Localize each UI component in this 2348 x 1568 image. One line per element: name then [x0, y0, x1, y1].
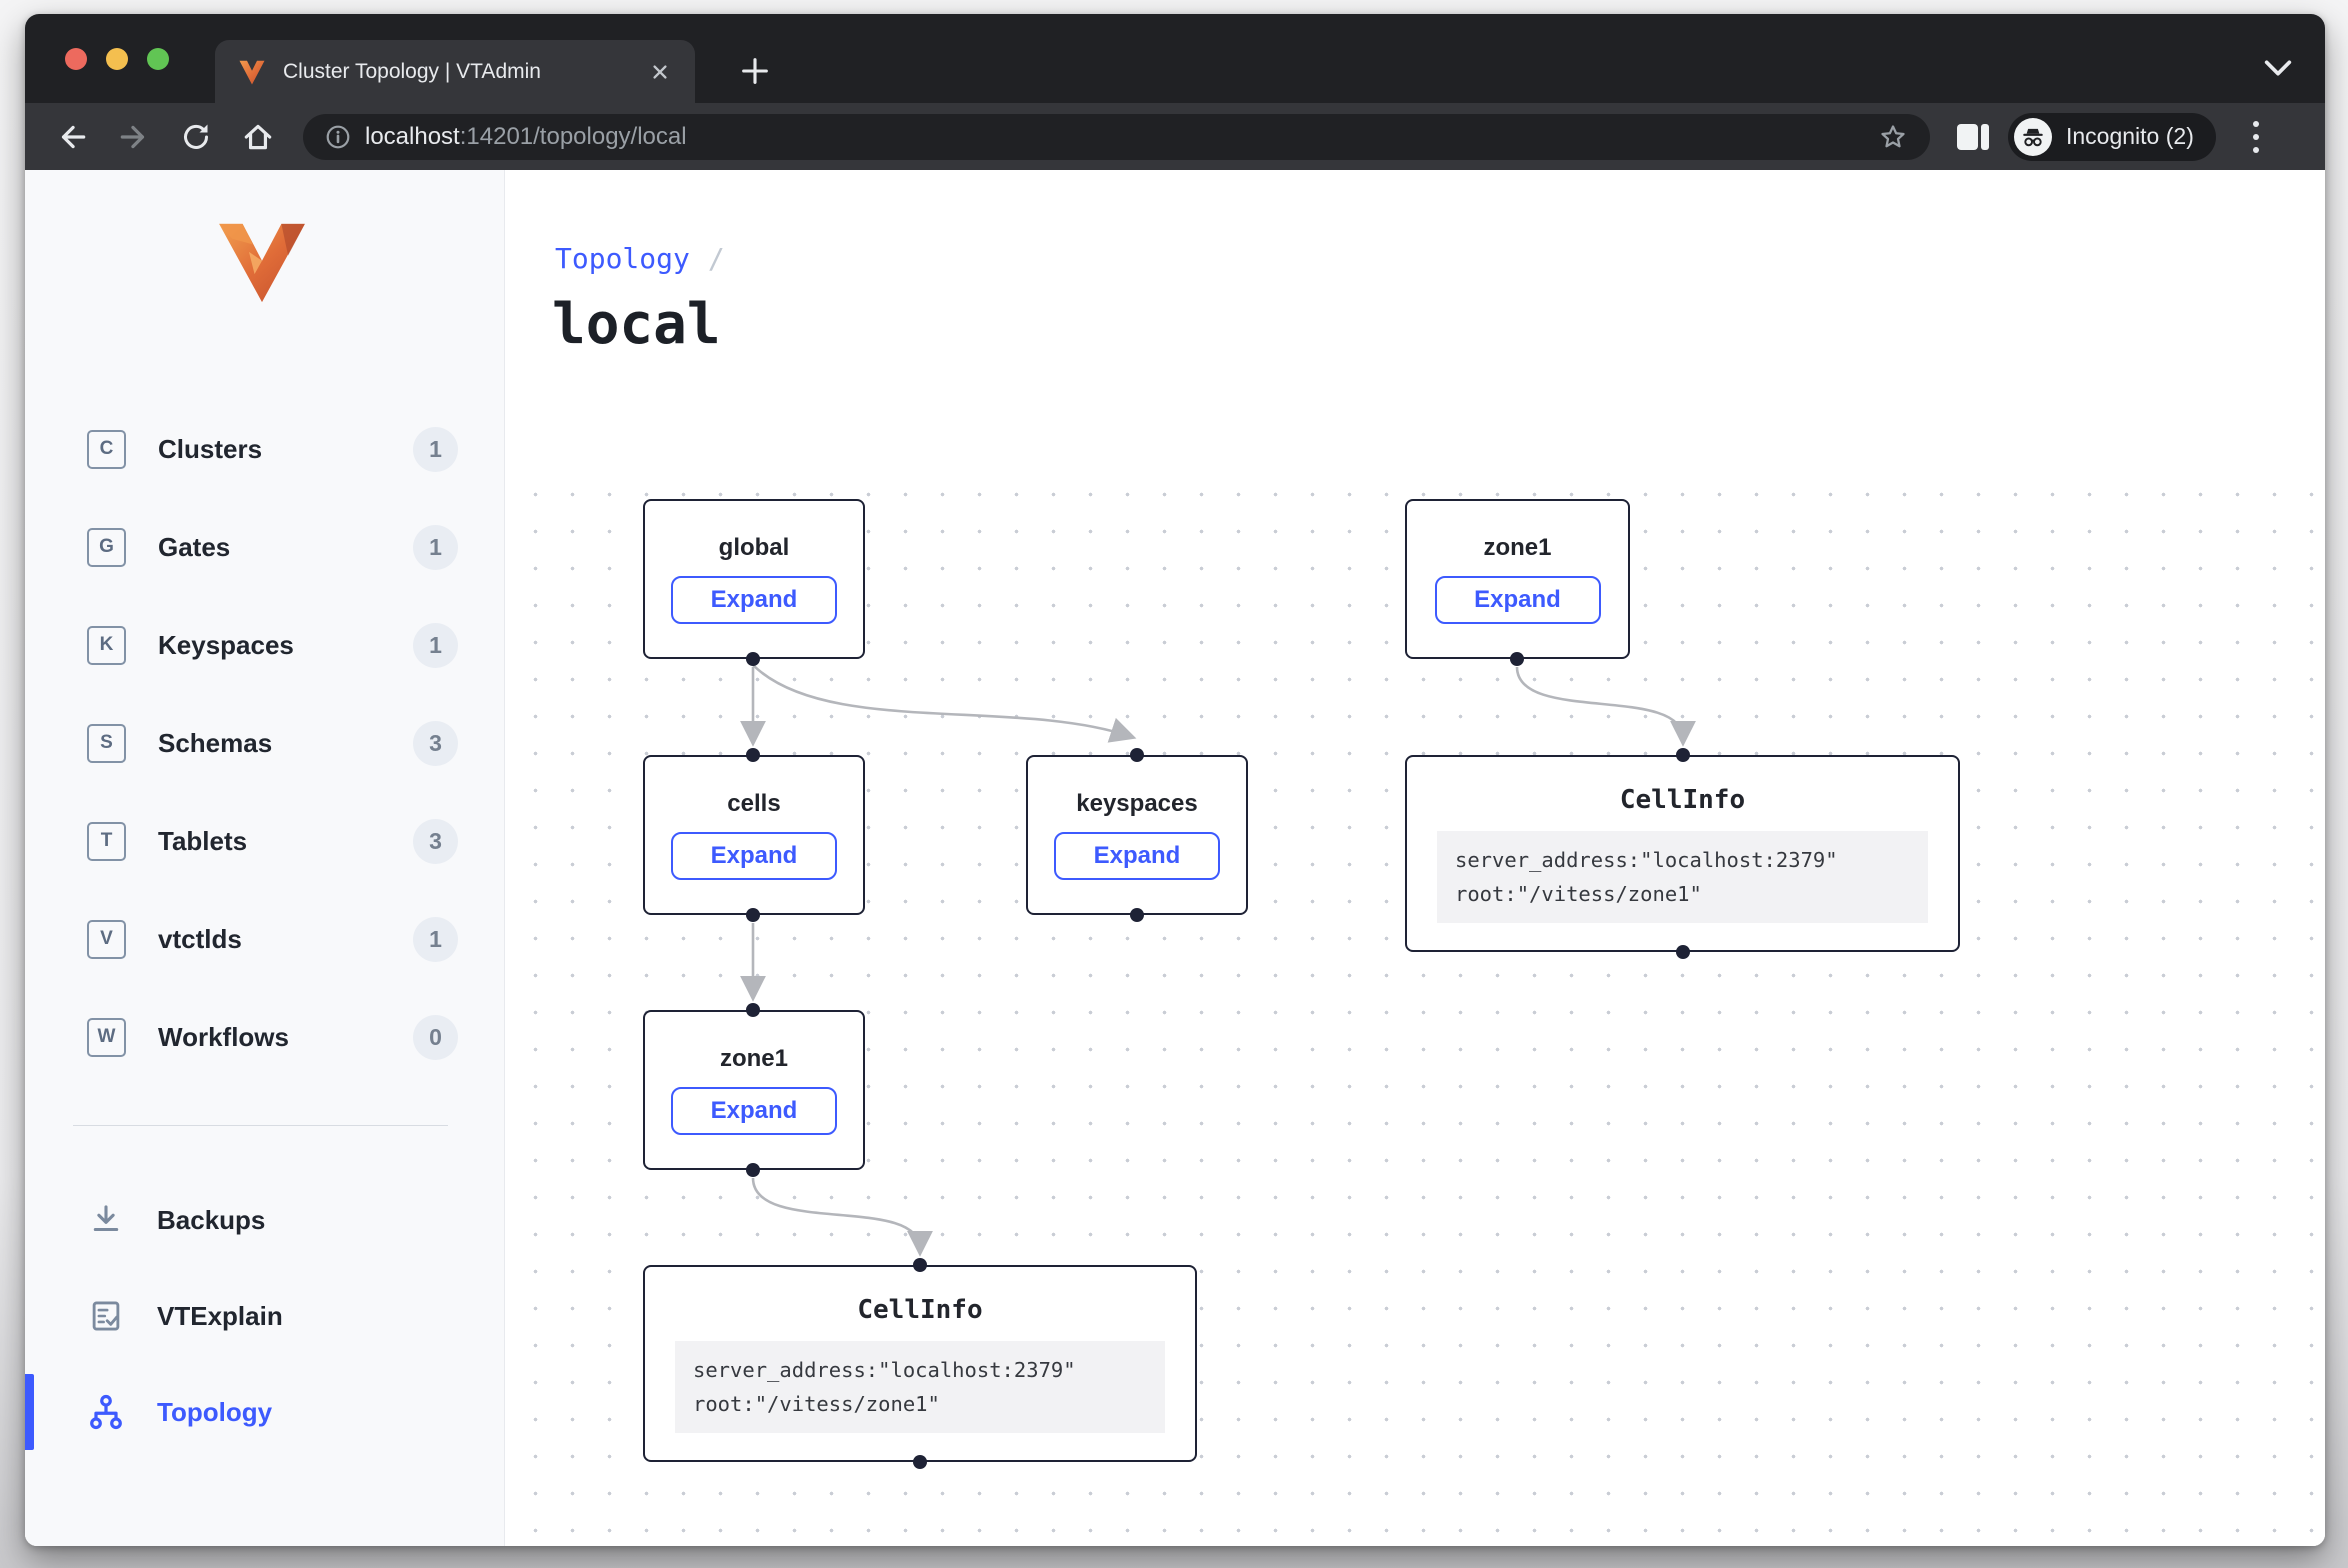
tablets-count-badge: 3: [413, 819, 458, 864]
sidebar-item-schemas[interactable]: S Schemas 3: [25, 694, 504, 792]
sidebar-nav: C Clusters 1 G Gates 1 K Keyspaces 1 S S…: [25, 400, 504, 1086]
sidebar-item-vtexplain[interactable]: VTExplain: [25, 1268, 504, 1364]
tab-search-chevron-icon[interactable]: [2261, 56, 2295, 80]
node-zone1-mid-title: zone1: [720, 1045, 788, 1073]
close-tab-icon[interactable]: [647, 59, 673, 85]
topology-icon: [85, 1391, 127, 1433]
incognito-icon: [2020, 124, 2046, 150]
active-indicator: [25, 1374, 34, 1450]
node-cellinfo-right-title: CellInfo: [1620, 785, 1745, 815]
side-panel-icon[interactable]: [1956, 123, 1990, 151]
expand-button-global[interactable]: Expand: [671, 576, 837, 624]
tablets-letter-icon: T: [87, 822, 126, 861]
expand-button-zone1-right[interactable]: Expand: [1435, 576, 1601, 624]
breadcrumb: Topology /: [555, 242, 725, 275]
sidebar-item-gates[interactable]: G Gates 1: [25, 498, 504, 596]
node-cells: cells Expand: [643, 755, 865, 915]
node-keyspaces: keyspaces Expand: [1026, 755, 1248, 915]
sidebar-item-tablets[interactable]: T Tablets 3: [25, 792, 504, 890]
cellinfo-bottom-code: server_address:"localhost:2379" root:"/v…: [675, 1341, 1165, 1433]
sidebar-item-backups[interactable]: Backups: [25, 1172, 504, 1268]
vtctlds-count-badge: 1: [413, 917, 458, 962]
node-cellinfo-right: CellInfo server_address:"localhost:2379"…: [1405, 755, 1960, 952]
reload-button[interactable]: [165, 113, 227, 161]
browser-window: Cluster Topology | VTAdmin: [25, 14, 2325, 1546]
url-bar[interactable]: localhost:14201/topology/local: [303, 114, 1930, 160]
download-icon: [85, 1199, 127, 1241]
workflows-letter-icon: W: [87, 1018, 126, 1057]
gates-count-badge: 1: [413, 525, 458, 570]
traffic-lights: [65, 48, 169, 70]
sidebar-item-workflows[interactable]: W Workflows 0: [25, 988, 504, 1086]
tab-strip: Cluster Topology | VTAdmin: [25, 14, 2325, 103]
node-zone1-right-title: zone1: [1483, 534, 1551, 562]
node-keyspaces-title: keyspaces: [1076, 790, 1197, 818]
workflows-count-badge: 0: [413, 1015, 458, 1060]
sidebar-divider: [73, 1125, 448, 1126]
back-button[interactable]: [41, 113, 103, 161]
gates-letter-icon: G: [87, 528, 126, 567]
node-cells-title: cells: [727, 790, 780, 818]
node-global-title: global: [719, 534, 790, 562]
expand-button-zone1-mid[interactable]: Expand: [671, 1087, 837, 1135]
url-host: localhost: [365, 123, 460, 150]
new-tab-button[interactable]: [730, 46, 780, 96]
node-zone1-mid: zone1 Expand: [643, 1010, 865, 1170]
sidebar: C Clusters 1 G Gates 1 K Keyspaces 1 S S…: [25, 170, 505, 1546]
clusters-letter-icon: C: [87, 430, 126, 469]
vitess-favicon: [237, 57, 267, 87]
vtctlds-letter-icon: V: [87, 920, 126, 959]
node-global: global Expand: [643, 499, 865, 659]
url-path: :14201/topology/local: [460, 123, 687, 150]
document-check-icon: [85, 1295, 127, 1337]
expand-button-cells[interactable]: Expand: [671, 832, 837, 880]
sidebar-item-topology[interactable]: Topology: [25, 1364, 504, 1460]
incognito-label: Incognito (2): [2066, 123, 2194, 150]
minimize-window-button[interactable]: [106, 48, 128, 70]
node-zone1-right: zone1 Expand: [1405, 499, 1630, 659]
main-content: Topology / local global Expand zone1 Expa…: [505, 170, 2325, 1546]
forward-button[interactable]: [103, 113, 165, 161]
breadcrumb-topology-link[interactable]: Topology: [555, 242, 690, 275]
node-cellinfo-bottom-title: CellInfo: [857, 1295, 982, 1325]
site-info-icon[interactable]: [325, 124, 351, 150]
url-text: localhost:14201/topology/local: [365, 123, 687, 151]
sidebar-item-vtctlds[interactable]: V vtctlds 1: [25, 890, 504, 988]
sidebar-item-keyspaces[interactable]: K Keyspaces 1: [25, 596, 504, 694]
schemas-letter-icon: S: [87, 724, 126, 763]
node-cellinfo-bottom: CellInfo server_address:"localhost:2379"…: [643, 1265, 1197, 1462]
cellinfo-right-code: server_address:"localhost:2379" root:"/v…: [1437, 831, 1928, 923]
expand-button-keyspaces[interactable]: Expand: [1054, 832, 1220, 880]
sidebar-item-clusters[interactable]: C Clusters 1: [25, 400, 504, 498]
breadcrumb-separator: /: [708, 242, 725, 275]
zoom-window-button[interactable]: [147, 48, 169, 70]
bookmark-star-icon[interactable]: [1878, 122, 1908, 152]
browser-toolbar: localhost:14201/topology/local Incognito: [25, 103, 2325, 170]
close-window-button[interactable]: [65, 48, 87, 70]
tab-title: Cluster Topology | VTAdmin: [283, 60, 647, 84]
browser-tab[interactable]: Cluster Topology | VTAdmin: [215, 40, 695, 103]
home-button[interactable]: [227, 113, 289, 161]
keyspaces-count-badge: 1: [413, 623, 458, 668]
schemas-count-badge: 3: [413, 721, 458, 766]
keyspaces-letter-icon: K: [87, 626, 126, 665]
clusters-count-badge: 1: [413, 427, 458, 472]
incognito-badge[interactable]: Incognito (2): [2008, 113, 2216, 161]
vitess-logo: [217, 222, 307, 304]
page-title: local: [552, 292, 721, 357]
browser-menu-button[interactable]: [2236, 115, 2276, 159]
